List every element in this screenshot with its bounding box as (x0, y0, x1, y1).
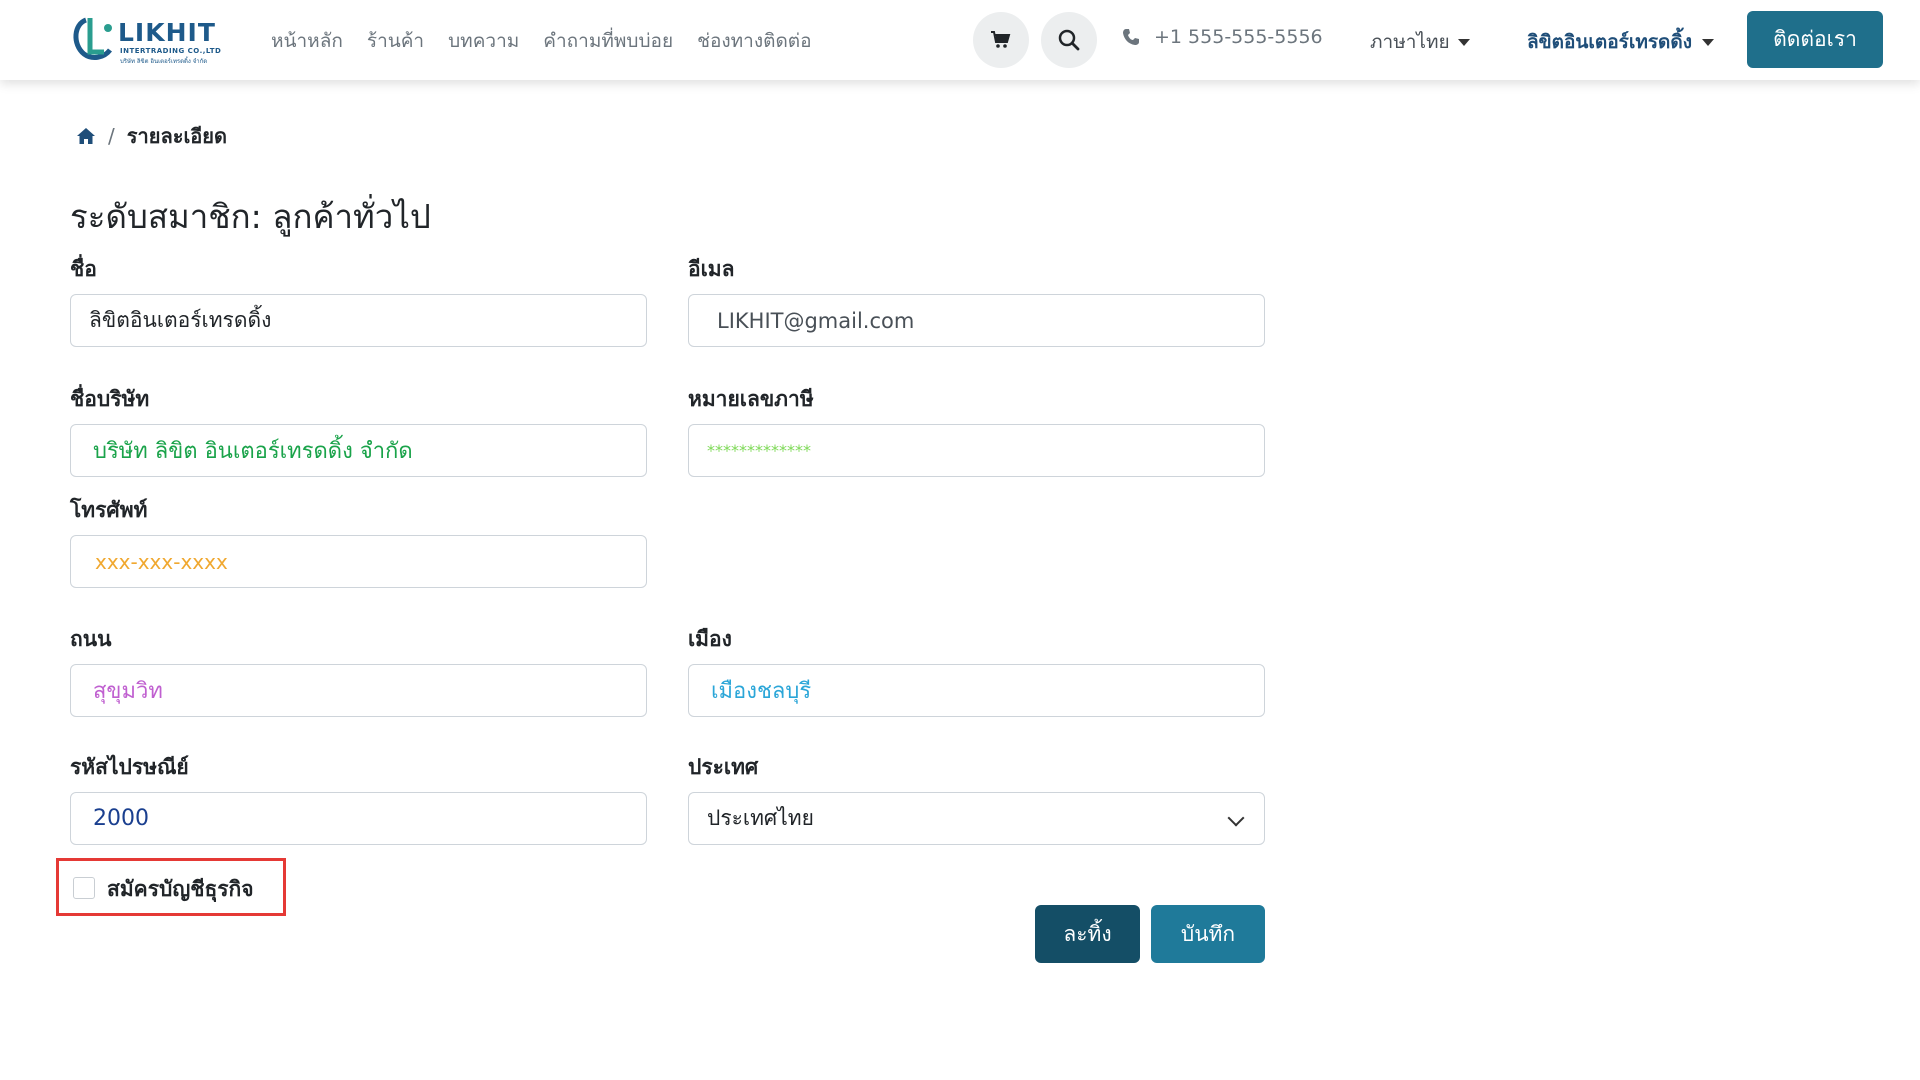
country-select[interactable]: ประเทศไทย (688, 792, 1265, 845)
country-selected-value: ประเทศไทย (707, 806, 814, 830)
nav-home[interactable]: หน้าหลัก (271, 26, 343, 56)
street-label: ถนน (70, 627, 112, 651)
nav-faq[interactable]: คำถามที่พบบ่อย (543, 26, 673, 56)
discard-button[interactable]: ละทิ้ง (1035, 905, 1140, 963)
name-field[interactable]: ลิขิตอินเตอร์เทรดดิ้ง (70, 294, 647, 347)
breadcrumb-separator: / (108, 124, 115, 148)
top-navbar: LIKHIT INTERTRADING CO.,LTD บริษัท ลิขิต… (0, 0, 1920, 80)
email-label: อีเมล (688, 257, 735, 281)
user-menu-dropdown[interactable]: ลิขิตอินเตอร์เทรดดิ้ง (1527, 27, 1714, 57)
chevron-down-icon (1457, 38, 1470, 46)
name-label: ชื่อ (70, 257, 97, 281)
logo-text: LIKHIT (118, 18, 216, 47)
phone-contact[interactable]: +1 555-555-5556 (1122, 26, 1323, 48)
tax-id-label: หมายเลขภาษี (688, 387, 814, 411)
business-account-label[interactable]: สมัครบัญชีธุรกิจ (107, 873, 254, 906)
phone-icon (1123, 29, 1139, 45)
phone-label: โทรศัพท์ (70, 498, 148, 522)
logo-mark-icon (73, 17, 112, 60)
user-name: ลิขิตอินเตอร์เทรดดิ้ง (1527, 31, 1692, 53)
zip-code-label: รหัสไปรษณีย์ (70, 755, 189, 779)
contact-us-button[interactable]: ติดต่อเรา (1747, 11, 1883, 68)
search-icon (1058, 29, 1080, 51)
search-button[interactable] (1041, 12, 1097, 68)
business-account-highlight: สมัครบัญชีธุรกิจ (56, 858, 286, 916)
street-field[interactable]: สุขุมวิท (70, 664, 647, 717)
nav-shop[interactable]: ร้านค้า (367, 26, 424, 56)
logo-subtitle: INTERTRADING CO.,LTD (120, 47, 222, 55)
nav-articles[interactable]: บทความ (448, 26, 519, 56)
breadcrumb: / รายละเอียด (76, 120, 227, 152)
home-icon[interactable] (76, 127, 96, 145)
email-field[interactable]: LIKHIT@gmail.com (688, 294, 1265, 347)
language-dropdown[interactable]: ภาษาไทย (1370, 27, 1470, 57)
phone-number: +1 555-555-5556 (1154, 26, 1323, 48)
brand-logo[interactable]: LIKHIT INTERTRADING CO.,LTD บริษัท ลิขิต… (70, 14, 230, 66)
save-button[interactable]: บันทึก (1151, 905, 1265, 963)
tax-id-field[interactable]: ************* (688, 424, 1265, 477)
country-label: ประเทศ (688, 755, 759, 779)
company-name-field[interactable]: บริษัท ลิขิต อินเตอร์เทรดดิ้ง จำกัด (70, 424, 647, 477)
nav-contact-channels[interactable]: ช่องทางติดต่อ (697, 26, 811, 56)
company-name-label: ชื่อบริษัท (70, 387, 150, 411)
phone-field[interactable]: xxx-xxx-xxxx (70, 535, 647, 588)
chevron-down-icon (1227, 809, 1245, 827)
main-nav: หน้าหลัก ร้านค้า บทความ คำถามที่พบบ่อย ช… (271, 26, 812, 56)
breadcrumb-current: รายละเอียด (126, 124, 227, 148)
cart-icon (991, 31, 1011, 48)
zip-code-field[interactable]: 2000 (70, 792, 647, 845)
city-label: เมือง (688, 627, 732, 651)
chevron-down-icon (1702, 38, 1714, 46)
logo-subtitle-th: บริษัท ลิขิต อินเตอร์เทรดดิ้ง จำกัด (120, 58, 208, 65)
page-title: ระดับสมาชิก: ลูกค้าทั่วไป (70, 197, 431, 236)
language-label: ภาษาไทย (1370, 31, 1450, 53)
cart-button[interactable] (973, 12, 1029, 68)
city-field[interactable]: เมืองชลบุรี (688, 664, 1265, 717)
business-account-checkbox[interactable] (73, 877, 95, 899)
